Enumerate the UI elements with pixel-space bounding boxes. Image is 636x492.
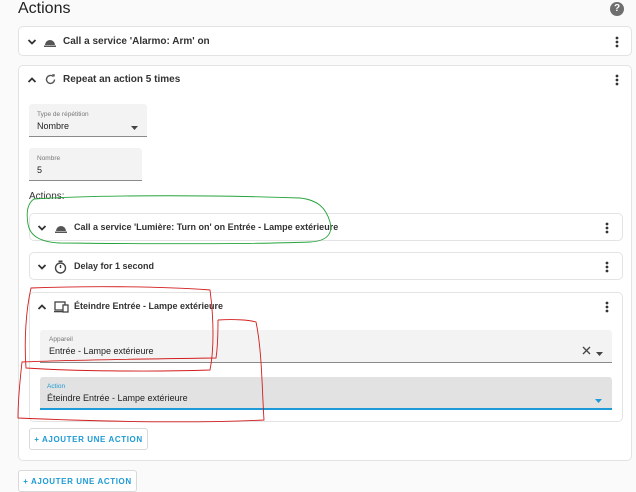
annotation-green-loop bbox=[26, 195, 332, 245]
annotation-overlay bbox=[17, 195, 332, 423]
